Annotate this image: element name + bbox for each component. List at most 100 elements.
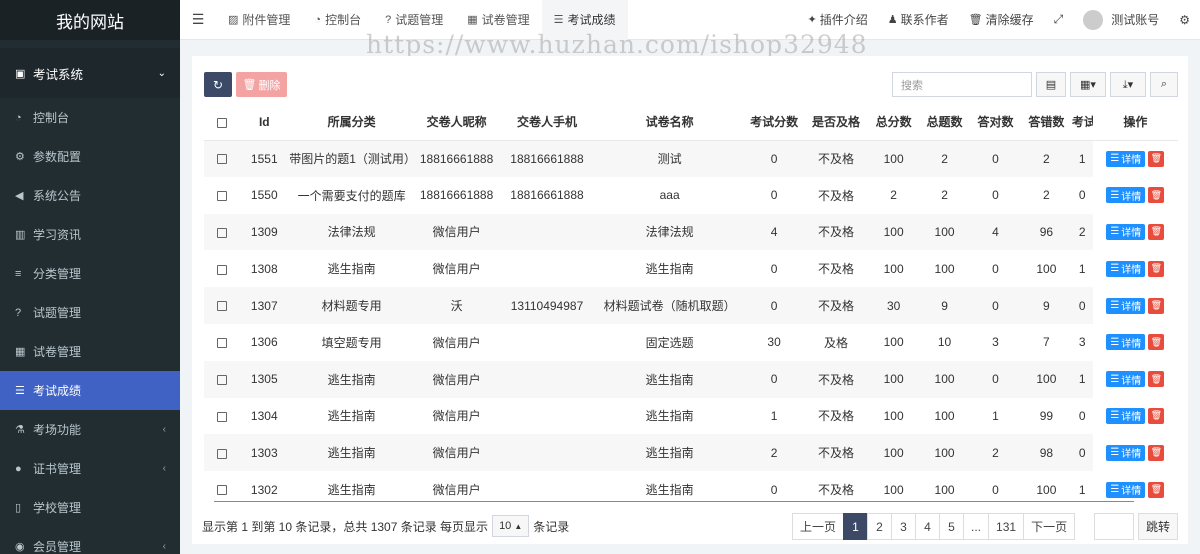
detail-button[interactable]: ☰ 详情 [1106,150,1146,167]
table-row[interactable]: 1304 逃生指南 微信用户 逃生指南 1 不及格 100 100 1 99 0 ☰ 详情 🗑 [204,397,1178,435]
table-row[interactable]: 1308 逃生指南 微信用户 逃生指南 0 不及格 100 100 0 100 1 ☰ 详情 🗑 [204,250,1178,288]
page-button[interactable]: 3 [891,513,917,540]
table-row[interactable]: 1551 带图片的题1（测试用） 18816661888 18816661888 测试 0… [204,140,1178,177]
tab-1[interactable]: ◔ 控制台 [302,0,373,40]
top-link-1[interactable]: ♟ 联系作者 [878,11,959,28]
row-checkbox[interactable] [204,360,240,398]
menu-toggle-icon[interactable]: ☰ [180,11,216,28]
delete-row-button[interactable]: 🗑 [1148,187,1165,204]
top-link-2[interactable]: 🗑 清除缓存 [959,11,1044,28]
table-row[interactable]: 1306 填空题专用 微信用户 固定选题 30 及格 100 10 3 7 3 ☰ 详情 🗑 [204,323,1178,361]
table-row[interactable]: 1302 逃生指南 微信用户 逃生指南 0 不及格 100 100 0 100 1 ☰ 详情 🗑 [204,471,1178,508]
delete-row-button[interactable]: 🗑 [1148,297,1165,314]
table-row[interactable]: 1307 材料题专用沃 13110494987 材料题试卷（随机取题） 0 不及格 30 9 0… [204,287,1178,324]
search-input[interactable]: 搜索 [892,72,1032,97]
top-link-0[interactable]: ✦ 插件介绍 [798,11,878,28]
table-row[interactable]: 1550 一个需要支付的题库 18816661888 18816661888 aaa 0 不… [204,176,1178,214]
row-checkbox[interactable] [204,434,240,472]
delete-row-button[interactable]: 🗑 [1148,260,1165,277]
col-extra[interactable]: 考试 [1071,104,1093,141]
col-paper[interactable]: 试卷名称 [594,104,745,141]
select-all-checkbox[interactable] [204,104,240,141]
page-button[interactable]: 131 [988,513,1025,540]
row-checkbox[interactable] [204,471,239,508]
user-menu[interactable]: 测试账号 [1073,9,1169,30]
detail-button[interactable]: ☰ 详情 [1106,297,1146,314]
col-nickname[interactable]: 交卷人昵称 [413,104,500,141]
page-button[interactable]: 5 [939,513,965,540]
detail-button[interactable]: ☰ 详情 [1106,223,1146,240]
page-button[interactable]: ... [963,513,990,540]
row-checkbox[interactable] [204,140,240,177]
delete-button[interactable]: 🗑 删除 [236,72,287,97]
row-checkbox[interactable] [204,177,239,214]
sidebar-item-0[interactable]: ◔ 控制台 [0,98,180,137]
page-button[interactable]: 下一页 [1023,513,1076,540]
table-row[interactable]: 1305 逃生指南 微信用户 逃生指南 0 不及格 100 100 0 100 1 ☰ 详情 🗑 [204,360,1178,398]
cell-category: 逃生指南 [327,483,376,498]
delete-row-button[interactable]: 🗑 [1148,444,1165,461]
detail-button[interactable]: ☰ 详情 [1106,407,1146,424]
row-checkbox[interactable] [204,250,239,287]
columns-button[interactable]: ▦▾ [1070,72,1106,97]
sidebar-item-11[interactable]: ◉ 会员管理 ‹ [0,527,180,554]
sidebar-item-5[interactable]: ? 试题管理 [0,293,180,332]
sidebar-item-3[interactable]: ▥ 学习资讯 [0,215,180,254]
col-total-score[interactable]: 总分数 [868,104,920,141]
sidebar-group-exam-system[interactable]: ▣ 考试系统 ⌄ [0,48,180,98]
detail-button[interactable]: ☰ 详情 [1106,444,1146,461]
jump-page-input[interactable] [1094,513,1134,540]
scrollbar[interactable] [214,501,1134,502]
toggle-view-button[interactable]: ▤ [1036,72,1066,97]
fullscreen-icon[interactable]: ⤢ [1044,12,1074,27]
tab-4[interactable]: ☰ 考试成绩 [541,0,628,40]
refresh-button[interactable]: ↻ [204,72,232,97]
delete-row-button[interactable]: 🗑 [1148,223,1165,240]
tab-3[interactable]: ▦ 试卷管理 [455,0,541,40]
row-checkbox[interactable] [204,324,239,361]
sidebar-item-6[interactable]: ▦ 试卷管理 [0,332,180,371]
page-button[interactable]: 2 [867,513,893,540]
delete-row-button[interactable]: 🗑 [1148,481,1165,498]
page-button[interactable]: 1 [843,513,869,540]
sidebar-item-9[interactable]: ● 证书管理 ‹ [0,449,180,488]
delete-row-button[interactable]: 🗑 [1148,150,1165,167]
settings-gear-icon[interactable]: ⚙ [1169,13,1200,27]
sidebar-item-4[interactable]: ≡ 分类管理 [0,254,180,293]
sidebar-item-2[interactable]: ◀ 系统公告 [0,176,180,215]
detail-button[interactable]: ☰ 详情 [1106,260,1146,277]
delete-row-button[interactable]: 🗑 [1148,334,1165,351]
row-checkbox[interactable] [204,213,240,251]
page-button[interactable]: 4 [915,513,941,540]
col-category[interactable]: 所属分类 [289,104,414,141]
col-wrong[interactable]: 答错数 [1020,104,1072,141]
site-logo[interactable]: 我的网站 [0,0,180,40]
row-checkbox[interactable] [204,398,239,435]
delete-row-button[interactable]: 🗑 [1148,407,1165,424]
tab-2[interactable]: ? 试题管理 [373,0,455,40]
col-right[interactable]: 答对数 [970,104,1021,141]
sidebar-item-7[interactable]: ☰ 考试成绩 [0,371,180,410]
tab-0[interactable]: ▨ 附件管理 [216,0,302,40]
col-mobile[interactable]: 交卷人手机 [499,104,595,141]
detail-button[interactable]: ☰ 详情 [1106,481,1146,498]
sidebar-item-1[interactable]: ⚙ 参数配置 [0,137,180,176]
row-checkbox[interactable] [204,287,240,324]
delete-row-button[interactable]: 🗑 [1148,371,1165,388]
col-pass[interactable]: 是否及格 [803,104,869,141]
page-size-select[interactable]: 10 ▲ [492,515,530,537]
col-id[interactable]: Id [239,104,290,141]
table-row[interactable]: 1303 逃生指南 微信用户 逃生指南 2 不及格 100 100 2 98 0 ☰ 详情 🗑 [204,434,1178,472]
export-button[interactable]: ⤓▾ [1110,72,1146,97]
detail-button[interactable]: ☰ 详情 [1106,334,1146,351]
jump-button[interactable]: 跳转 [1138,513,1178,540]
detail-button[interactable]: ☰ 详情 [1106,371,1146,388]
search-button[interactable]: ⌕ [1150,72,1178,97]
sidebar-item-10[interactable]: ▯ 学校管理 [0,488,180,527]
col-total-questions[interactable]: 总题数 [919,104,971,141]
page-button[interactable]: 上一页 [792,513,845,540]
detail-button[interactable]: ☰ 详情 [1106,187,1146,204]
table-row[interactable]: 1309 法律法规 微信用户 法律法规 4 不及格 100 100 4 96 2 ☰ 详情 🗑 [204,213,1178,251]
sidebar-item-8[interactable]: ⚗ 考场功能 ‹ [0,410,180,449]
col-score[interactable]: 考试分数 [744,104,804,141]
